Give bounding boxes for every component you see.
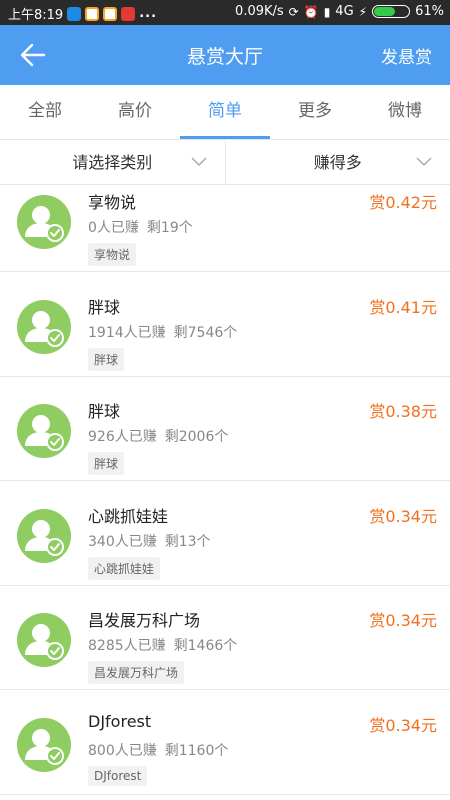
app-header: 悬赏大厅 发悬赏 xyxy=(0,25,450,85)
tab-5[interactable]: 微博 xyxy=(360,85,450,139)
task-earned-count: 1914人已赚 xyxy=(88,324,166,341)
task-earned-count: 8285人已赚 xyxy=(88,638,166,654)
chevron-down-icon xyxy=(190,157,207,167)
verified-user-icon xyxy=(25,206,64,242)
task-remaining-count: 剩1466个 xyxy=(173,638,238,654)
task-remaining-count: 剩13个 xyxy=(164,533,211,550)
task-item[interactable]: DJforest 800人已赚 剩1160个 DJforest 赏0.34元 xyxy=(0,691,450,795)
post-reward-button[interactable]: 发悬赏 xyxy=(381,43,432,68)
more-notifications-icon: ... xyxy=(139,6,158,21)
verified-user-icon xyxy=(25,310,64,347)
tab-3[interactable]: 简单 xyxy=(180,85,270,139)
task-remaining-count: 剩2006个 xyxy=(164,429,229,445)
task-title: DJforest xyxy=(88,711,152,731)
task-avatar xyxy=(17,613,71,667)
app-notification-icon xyxy=(85,6,100,21)
task-item[interactable]: 昌发展万科广场 8285人已赚 剩1466个 昌发展万科广场 赏0.34元 xyxy=(0,586,450,690)
filter-bar: 请选择类别 赚得多 xyxy=(0,141,450,185)
task-stats: 0人已赚 剩19个 xyxy=(88,217,193,237)
tab-2[interactable]: 高价 xyxy=(90,85,180,139)
task-earned-count: 0人已赚 xyxy=(88,220,139,236)
verified-user-icon xyxy=(25,728,64,765)
battery-percent: 61% xyxy=(415,4,444,19)
task-earned-count: 926人已赚 xyxy=(88,429,157,445)
category-label: 请选择类别 xyxy=(72,153,153,172)
task-avatar xyxy=(17,508,71,563)
task-title: 胖球 xyxy=(88,402,121,421)
task-tag: DJforest xyxy=(88,765,148,786)
task-item[interactable]: 胖球 1914人已赚 剩7546个 胖球 赏0.41元 xyxy=(0,273,450,377)
task-reward: 赏0.42元 xyxy=(369,193,437,212)
network-speed: 0.09K/s xyxy=(235,4,284,19)
verified-user-icon xyxy=(25,519,64,556)
tab-4[interactable]: 更多 xyxy=(270,85,360,139)
task-list: 享物说 0人已赚 剩19个 享物说 赏0.42元 胖球 1914人已赚 剩7546个 胖球 赏0.… xyxy=(0,185,450,800)
task-avatar xyxy=(17,299,71,354)
task-stats: 8285人已赚 剩1466个 xyxy=(88,635,237,655)
verified-user-icon xyxy=(25,415,64,451)
task-title: 心跳抓娃娃 xyxy=(88,506,169,526)
task-tag: 胖球 xyxy=(88,347,125,371)
task-reward: 赏0.38元 xyxy=(369,402,437,421)
task-reward: 赏0.34元 xyxy=(369,715,437,735)
task-remaining-count: 剩7546个 xyxy=(173,324,238,341)
task-reward: 赏0.34元 xyxy=(369,506,437,526)
tab-bar: 全部 高价 简单 更多 微博 xyxy=(0,85,450,140)
task-avatar xyxy=(17,717,71,772)
task-avatar xyxy=(17,404,71,458)
task-tag: 昌发展万科广场 xyxy=(88,661,185,684)
task-stats: 926人已赚 剩2006个 xyxy=(88,426,228,446)
task-title: 享物说 xyxy=(88,193,137,212)
status-bar: 上午8:19 ... 0.09K/s ⟳ ⏰ ▮ 4G ⚡ 61% xyxy=(0,0,450,25)
task-reward: 赏0.34元 xyxy=(369,611,437,630)
task-title: 胖球 xyxy=(88,297,121,317)
network-type: 4G xyxy=(335,4,354,19)
charging-icon: ⚡ xyxy=(358,4,368,19)
app-notification-icon xyxy=(67,6,82,21)
task-reward: 赏0.41元 xyxy=(369,297,437,317)
alarm-icon: ⏰ xyxy=(303,4,319,19)
sort-label: 赚得多 xyxy=(313,153,362,172)
task-remaining-count: 剩19个 xyxy=(146,220,193,236)
task-item[interactable]: 胖球 926人已赚 剩2006个 胖球 赏0.38元 xyxy=(0,377,450,481)
task-earned-count: 800人已赚 xyxy=(88,742,157,759)
task-stats: 1914人已赚 剩7546个 xyxy=(88,322,237,342)
task-title: 昌发展万科广场 xyxy=(88,611,201,630)
status-time: 上午8:19 xyxy=(8,8,64,23)
task-tag: 胖球 xyxy=(88,452,125,475)
sort-dropdown[interactable]: 赚得多 xyxy=(224,141,450,184)
verified-user-icon xyxy=(25,624,64,660)
map-notification-icon xyxy=(121,6,136,21)
chevron-down-icon xyxy=(416,157,432,167)
task-tag: 享物说 xyxy=(88,243,137,266)
category-dropdown[interactable]: 请选择类别 xyxy=(0,141,225,184)
task-earned-count: 340人已赚 xyxy=(88,533,157,550)
battery-icon xyxy=(372,5,411,18)
task-item[interactable]: 享物说 0人已赚 剩19个 享物说 赏0.42元 xyxy=(0,185,450,272)
app-notification-icon xyxy=(103,6,118,21)
sync-icon: ⟳ xyxy=(288,4,299,19)
task-tag: 心跳抓娃娃 xyxy=(88,556,161,580)
task-avatar xyxy=(17,195,71,249)
task-stats: 340人已赚 剩13个 xyxy=(88,531,211,551)
task-remaining-count: 剩1160个 xyxy=(164,742,229,759)
task-item[interactable]: 心跳抓娃娃 340人已赚 剩13个 心跳抓娃娃 赏0.34元 xyxy=(0,482,450,586)
task-stats: 800人已赚 剩1160个 xyxy=(88,740,228,760)
tab-1[interactable]: 全部 xyxy=(0,85,90,139)
signal-icon: ▮ xyxy=(323,4,331,19)
